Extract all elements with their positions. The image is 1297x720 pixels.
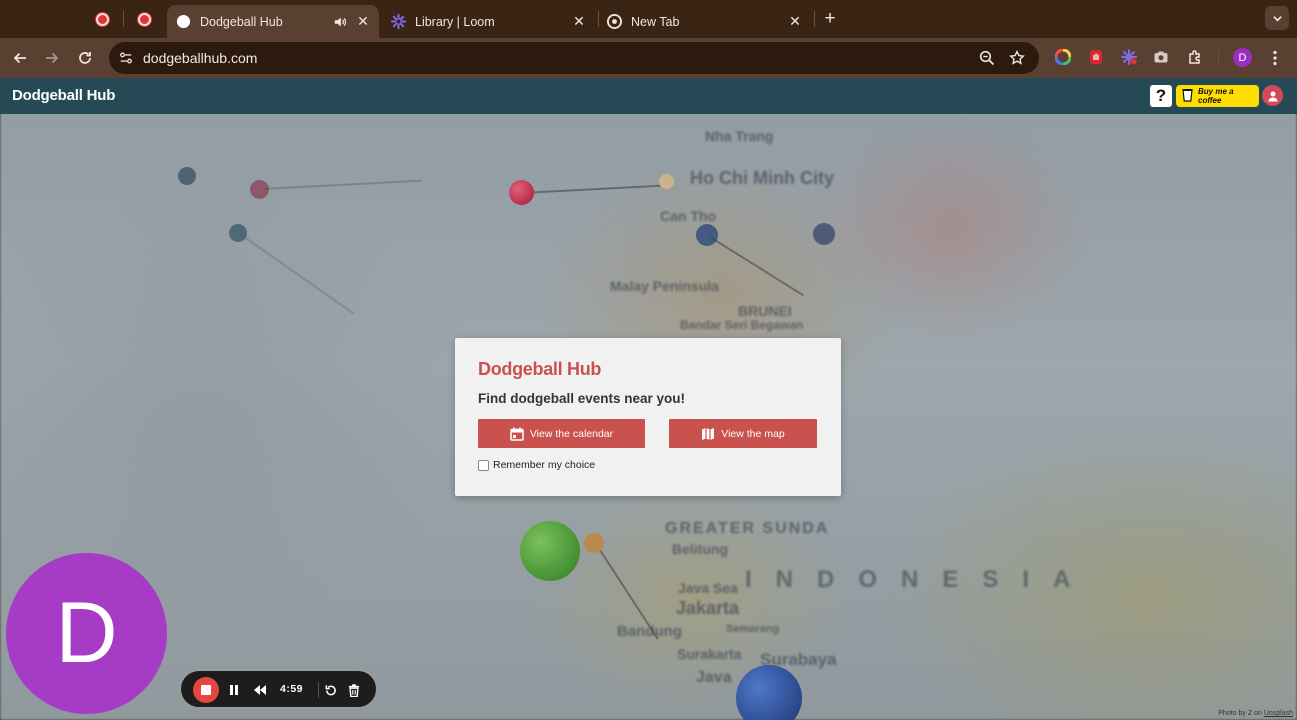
coffee-cup-icon [1182, 88, 1193, 104]
map-pin [229, 224, 247, 242]
close-tab-icon[interactable]: ✕ [787, 13, 803, 30]
map-pin [178, 167, 196, 185]
reload-icon [79, 52, 91, 64]
map-pin [509, 180, 534, 205]
calendar-icon [510, 427, 524, 441]
close-tab-icon[interactable]: ✕ [571, 13, 587, 30]
map-pin [520, 521, 580, 581]
chevron-down-icon [1272, 15, 1282, 22]
tab-title: Library | Loom [415, 14, 495, 29]
buy-me-a-coffee-button[interactable]: Buy me a coffee [1176, 85, 1259, 107]
map-pin [584, 533, 604, 553]
bookmark-star-icon[interactable] [1008, 49, 1026, 67]
rewind-button[interactable] [251, 681, 269, 699]
tab-separator [814, 11, 815, 27]
camera-extension-icon[interactable] [1151, 47, 1171, 67]
loom-camera-bubble[interactable]: D [6, 553, 167, 714]
user-icon [1267, 91, 1278, 101]
map-pin [659, 174, 674, 189]
site-logo[interactable]: Dodgeball Hub [12, 87, 115, 104]
loom-icon [391, 14, 406, 29]
new-tab-button[interactable]: + [820, 9, 840, 29]
unsplash-link[interactable]: Unsplash [1264, 710, 1293, 717]
close-tab-icon[interactable]: ✕ [355, 13, 371, 30]
recording-tab-icon[interactable] [135, 10, 153, 28]
photo-credit-text: Photo by Z on [1218, 710, 1262, 717]
browser-tab-strip: Dodgeball Hub ✕ Library | Loom ✕ New Tab… [0, 0, 1297, 38]
stop-icon [201, 685, 211, 695]
dialog-logo: Dodgeball Hub [478, 359, 602, 379]
stop-recording-button[interactable] [193, 677, 219, 703]
view-map-button[interactable]: View the map [669, 419, 817, 448]
address-bar[interactable]: dodgeballhub.com [109, 42, 1039, 74]
tab-title: New Tab [631, 14, 680, 29]
tab-separator [598, 11, 599, 27]
map-pin [250, 180, 269, 199]
tab-search-button[interactable] [1265, 6, 1289, 30]
loom-recording-controls: 4:59 [179, 669, 378, 709]
controls-divider [318, 682, 319, 698]
dialog-tagline: Find dodgeball events near you! [478, 391, 686, 406]
globe-icon [176, 14, 191, 29]
forward-button[interactable] [40, 46, 64, 70]
recording-timer: 4:59 [280, 683, 304, 695]
zoom-icon[interactable] [978, 49, 996, 67]
remember-choice-option[interactable]: Remember my choice [478, 459, 595, 471]
arrow-right-icon [46, 52, 59, 64]
remember-choice-label: Remember my choice [493, 459, 596, 471]
help-button[interactable]: ? [1150, 85, 1172, 107]
trash-icon [348, 683, 360, 697]
url-text: dodgeballhub.com [143, 50, 258, 66]
browser-menu-icon[interactable] [1266, 47, 1284, 69]
remember-choice-checkbox[interactable] [478, 459, 489, 471]
coffee-button-label: Buy me a coffee [1198, 87, 1234, 105]
loom-extension-icon[interactable] [1119, 47, 1139, 67]
tab-new-tab[interactable]: New Tab ✕ [607, 5, 809, 38]
tab-separator [123, 11, 124, 27]
reload-button[interactable] [73, 46, 97, 70]
browser-toolbar: dodgeballhub.com D [0, 38, 1297, 78]
pause-button[interactable] [225, 681, 243, 699]
map-pin [696, 224, 718, 246]
view-calendar-label: View the calendar [529, 427, 614, 440]
tab-title: Dodgeball Hub [200, 14, 283, 29]
recording-tab-icon[interactable] [93, 10, 111, 28]
view-calendar-button[interactable]: View the calendar [478, 419, 645, 448]
profile-avatar[interactable]: D [1233, 48, 1252, 67]
color-picker-extension-icon[interactable] [1053, 47, 1073, 67]
site-header: Dodgeball Hub ? Buy me a coffee [0, 78, 1297, 114]
map-icon [701, 427, 715, 441]
page-viewport: Nha Trang Ho Chi Minh City Can Tho Malay… [0, 78, 1297, 720]
red-hand-extension-icon[interactable] [1086, 47, 1106, 67]
back-button[interactable] [8, 46, 32, 70]
site-settings-icon[interactable] [118, 50, 134, 66]
chrome-icon [607, 14, 622, 29]
photo-credit: Photo by Z on Unsplash [1218, 710, 1293, 717]
toolbar-separator [1218, 50, 1219, 66]
arrow-left-icon [13, 52, 26, 64]
pause-icon [230, 685, 238, 695]
extensions-puzzle-icon[interactable] [1185, 47, 1205, 67]
tab-dodgeball-hub[interactable]: Dodgeball Hub ✕ [167, 5, 379, 38]
map-pin [813, 223, 835, 245]
speaker-icon[interactable] [332, 14, 347, 29]
tab-loom-library[interactable]: Library | Loom ✕ [391, 5, 593, 38]
restart-recording-button[interactable] [321, 681, 339, 699]
user-account-button[interactable] [1262, 85, 1283, 106]
choice-dialog: Dodgeball Hub Find dodgeball events near… [455, 338, 841, 496]
delete-recording-button[interactable] [345, 681, 363, 699]
rewind-icon [254, 685, 266, 695]
restart-icon [325, 684, 336, 695]
view-map-label: View the map [721, 427, 785, 440]
